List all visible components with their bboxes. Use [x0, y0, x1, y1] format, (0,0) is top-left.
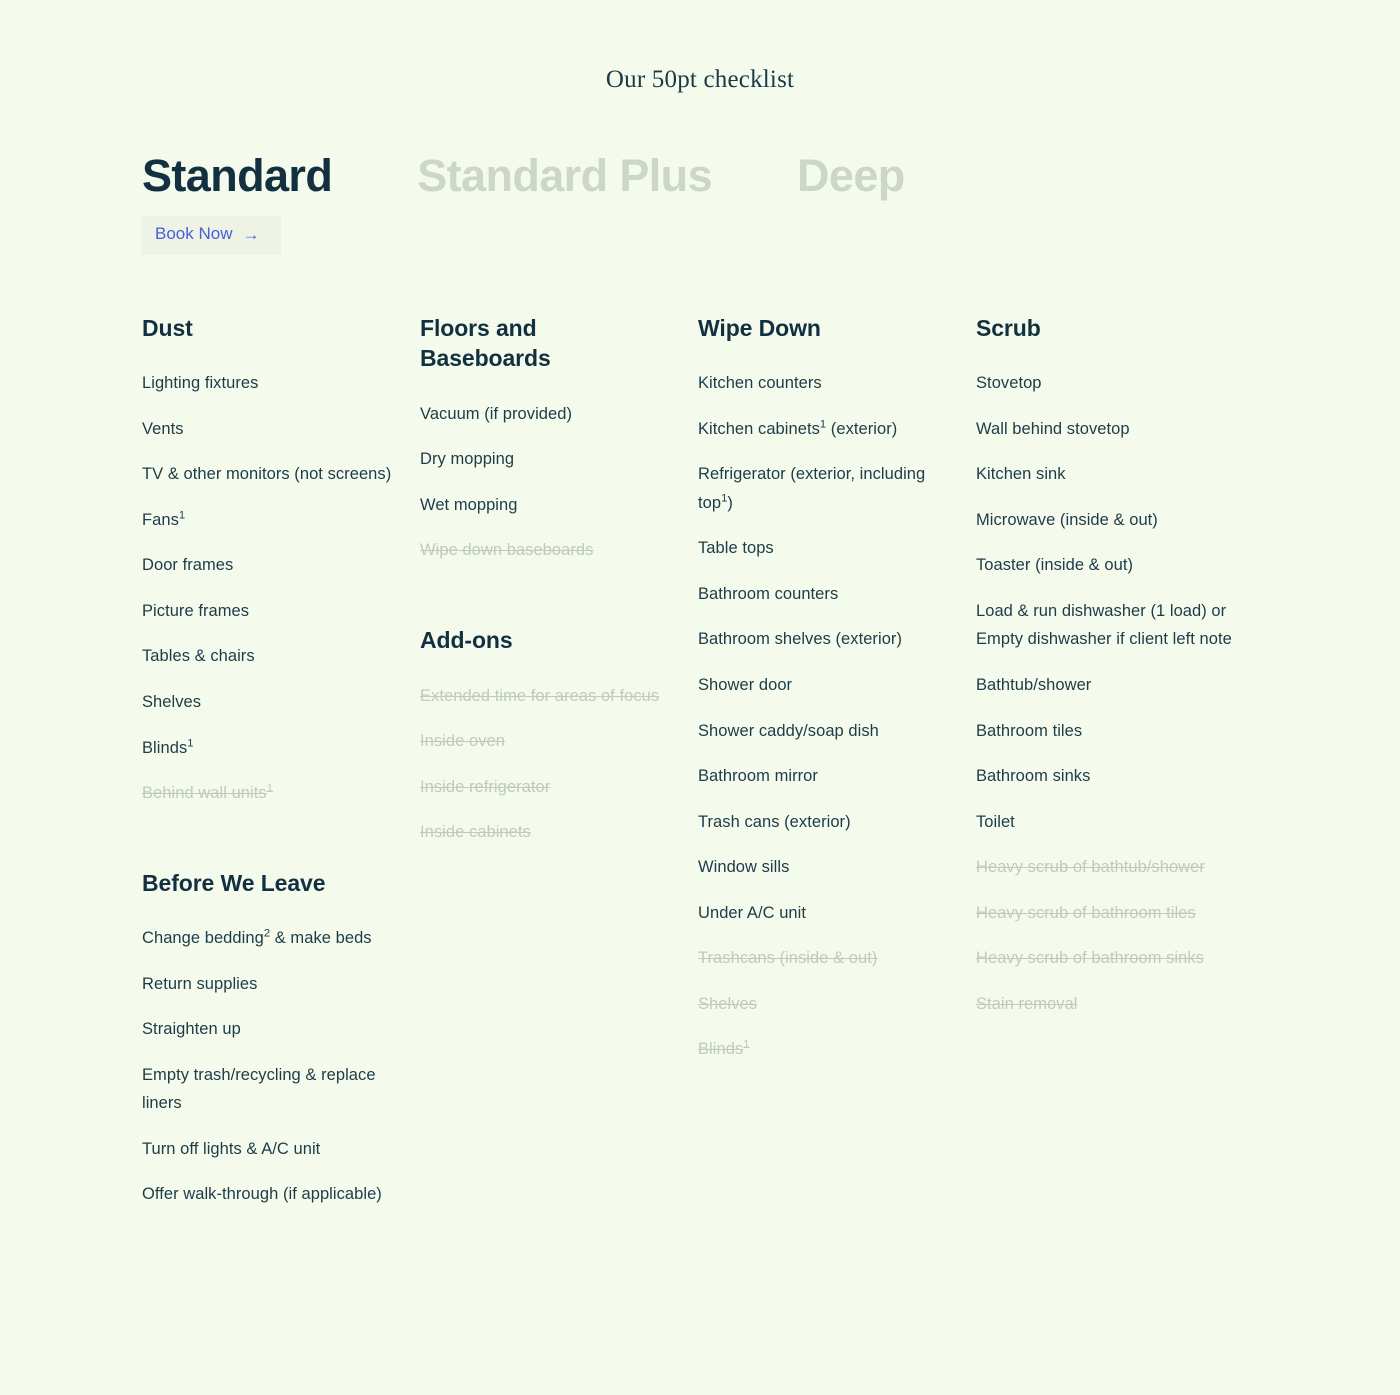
checklist-item: Inside refrigerator: [420, 777, 551, 796]
checklist-item: Bathroom mirror: [698, 767, 818, 786]
checklist-item: Kitchen sink: [976, 465, 1066, 484]
checklist-item: Wet mopping: [420, 495, 518, 514]
arrow-right-icon: →: [242, 224, 260, 244]
checklist-item: Return supplies: [142, 974, 258, 993]
footnote-marker: 1: [266, 782, 273, 795]
page-title: Our 50pt checklist: [605, 66, 795, 93]
checklist-item: Blinds1: [142, 737, 194, 757]
checklist-item: Under A/C unit: [698, 903, 807, 922]
group-title: Wipe Down: [698, 314, 821, 341]
checklist-item: Toaster (inside & out): [976, 556, 1134, 575]
tab-standard[interactable]: Standard: [142, 153, 333, 198]
checklist-items: Change bedding2 & make beds Return suppli…: [142, 924, 400, 1209]
checklist-item: Bathroom tiles: [976, 721, 1083, 740]
footnote-marker: 1: [178, 509, 186, 522]
checklist-item: Microwave (inside & out): [976, 510, 1158, 529]
checklist-item: Turn off lights & A/C unit: [142, 1139, 321, 1158]
checklist-item: Inside oven: [420, 732, 505, 751]
checklist-item: Shower caddy/soap dish: [698, 721, 879, 740]
checklist-item: Shelves: [698, 994, 758, 1013]
checklist-item: Change bedding2 & make beds: [142, 927, 372, 948]
checklist-item: Inside cabinets: [420, 823, 531, 842]
checklist-item: Wipe down baseboards: [420, 541, 594, 560]
checklist-item: Load & run dishwasher (1 load) or Empty …: [976, 601, 1232, 649]
checklist-item: Window sills: [698, 858, 790, 877]
checklist-column: Scrub Stovetop Wall behind stovetop Kitchen…: [976, 313, 1234, 1019]
checklist-item: Shelves: [142, 692, 202, 711]
checklist-item: Heavy scrub of bathtub/shower: [976, 858, 1205, 877]
checklist-group: Scrub Stovetop Wall behind stovetop Kitchen…: [976, 313, 1234, 1019]
checklist-item: Bathroom counters: [698, 584, 839, 603]
checklist-item: Empty trash/recycling & replace liners: [142, 1065, 376, 1113]
checklist-item: Vacuum (if provided): [420, 404, 573, 423]
checklist-item: Tables & chairs: [142, 647, 255, 666]
checklist-items: Vacuum (if provided) Dry mopping Wet moppi…: [420, 400, 678, 565]
checklist-item: Straighten up: [142, 1020, 241, 1039]
tab-deep[interactable]: Deep: [797, 153, 905, 198]
checklist-item: Door frames: [142, 556, 234, 575]
checklist-item: Vents: [142, 419, 184, 438]
checklist-item: Kitchen cabinets1 (exterior): [698, 418, 898, 438]
group-title: Before We Leave: [142, 869, 326, 896]
checklist-item: Stovetop: [976, 374, 1042, 393]
checklist-item: Heavy scrub of bathroom sinks: [976, 949, 1204, 968]
checklist-group: Dust Lighting fixtures Vents TV & other mon…: [142, 313, 400, 808]
checklist-item: Bathroom shelves (exterior): [698, 630, 903, 649]
checklist-item: Extended time for areas of focus: [420, 686, 660, 705]
checklist-item: Dry mopping: [420, 450, 515, 469]
checklist-items: Stovetop Wall behind stovetop Kitchen sink…: [976, 369, 1234, 1018]
checklist-column: Wipe Down Kitchen counters Kitchen cabinet…: [698, 313, 956, 1064]
checklist-item: Toilet: [976, 812, 1015, 831]
checklist-item: Refrigerator (exterior, including top1): [698, 465, 926, 512]
group-title: Add-ons: [420, 626, 513, 653]
group-title: Dust: [142, 314, 193, 341]
checklist-item: Bathroom sinks: [976, 767, 1091, 786]
footnote-marker: 1: [187, 737, 194, 750]
footnote-marker: 1: [743, 1038, 750, 1051]
book-now-label: Book Now: [155, 224, 233, 243]
checklist-item: Trash cans (exterior): [698, 812, 851, 831]
cta-container: Book Now →: [0, 216, 1400, 255]
checklist-item: Offer walk-through (if applicable): [142, 1185, 382, 1204]
checklist-item: Blinds1: [698, 1038, 750, 1059]
checklist-item: Shower door: [698, 675, 793, 694]
checklist-group: Wipe Down Kitchen counters Kitchen cabinet…: [698, 313, 956, 1064]
checklist-group: Before We Leave Change bedding2 & make be…: [142, 868, 400, 1209]
checklist-item: Stain removal: [976, 994, 1078, 1013]
checklist-item: Heavy scrub of bathroom tiles: [976, 903, 1196, 922]
checklist-item: Fans1: [142, 509, 186, 529]
checklist-column: Dust Lighting fixtures Vents TV & other mon…: [142, 313, 400, 1209]
checklist-item: Picture frames: [142, 601, 250, 620]
service-tier-tabs: Standard Standard Plus Deep: [0, 153, 1400, 198]
checklist-items: Extended time for areas of focus Inside o…: [420, 682, 678, 847]
checklist-item: Behind wall units1: [142, 782, 273, 803]
checklist-item: Trashcans (inside & out): [698, 949, 878, 968]
checklist-group: Add-ons Extended time for areas of focus I…: [420, 625, 678, 847]
checklist-column: Floors and Baseboards Vacuum (if provided…: [420, 313, 678, 847]
checklist-item: Kitchen counters: [698, 374, 822, 393]
footnote-marker: 2: [263, 927, 271, 940]
tab-standard-plus[interactable]: Standard Plus: [417, 153, 712, 198]
checklist-item: Wall behind stovetop: [976, 419, 1130, 438]
book-now-button[interactable]: Book Now →: [142, 216, 282, 255]
group-title: Floors and Baseboards: [420, 314, 551, 372]
checklist-item: Table tops: [698, 539, 774, 558]
group-title: Scrub: [976, 314, 1041, 341]
checklist-columns: Dust Lighting fixtures Vents TV & other mon…: [0, 313, 1400, 1209]
checklist-items: Kitchen counters Kitchen cabinets1 (exter…: [698, 369, 956, 1064]
checklist-items: Lighting fixtures Vents TV & other monitor…: [142, 369, 400, 807]
checklist-item: TV & other monitors (not screens): [142, 465, 392, 484]
checklist-item: Bathtub/shower: [976, 675, 1092, 694]
footnote-marker: 1: [721, 492, 728, 505]
footnote-marker: 1: [819, 418, 827, 431]
checklist-group: Floors and Baseboards Vacuum (if provided…: [420, 313, 678, 565]
checklist-item: Lighting fixtures: [142, 374, 259, 393]
